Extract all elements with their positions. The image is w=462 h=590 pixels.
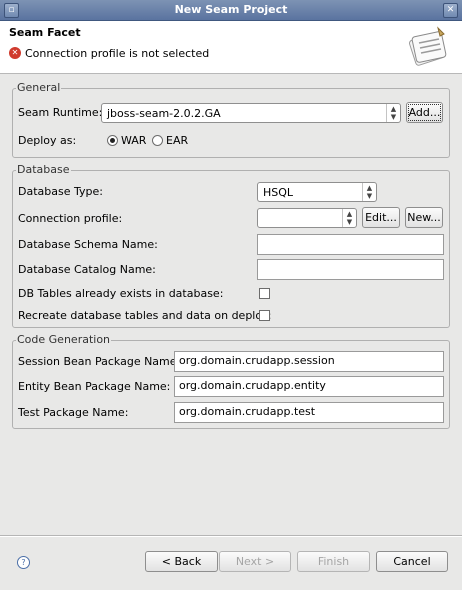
- connection-profile-select[interactable]: ▲ ▼: [257, 208, 357, 228]
- test-package-input[interactable]: org.domain.crudapp.test: [174, 402, 444, 423]
- cancel-button[interactable]: Cancel: [376, 551, 448, 572]
- general-legend: General: [16, 81, 62, 94]
- edit-profile-button[interactable]: Edit...: [362, 207, 400, 228]
- schema-name-input[interactable]: [257, 234, 444, 255]
- footer-separator: [0, 535, 462, 537]
- chevron-updown-icon: ▲ ▼: [386, 104, 400, 122]
- seam-runtime-select[interactable]: jboss-seam-2.0.2.GA ▲ ▼: [101, 103, 401, 123]
- window-title: New Seam Project: [174, 3, 288, 16]
- seam-runtime-value: jboss-seam-2.0.2.GA: [107, 107, 221, 120]
- seam-runtime-label: Seam Runtime:: [18, 106, 103, 119]
- deploy-ear-label: EAR: [166, 134, 189, 147]
- deploy-war-label: WAR: [121, 134, 147, 147]
- entity-package-label: Entity Bean Package Name:: [18, 380, 171, 393]
- tables-exist-checkbox[interactable]: [259, 288, 270, 299]
- error-message: Connection profile is not selected: [25, 47, 210, 60]
- add-runtime-button[interactable]: Add...: [406, 102, 443, 123]
- code-generation-legend: Code Generation: [16, 333, 112, 346]
- connection-profile-label: Connection profile:: [18, 212, 123, 225]
- close-window-button[interactable]: ✕: [443, 3, 458, 18]
- catalog-name-label: Database Catalog Name:: [18, 263, 156, 276]
- wizard-header: Seam Facet ✕ Connection profile is not s…: [0, 21, 462, 74]
- catalog-name-input[interactable]: [257, 259, 444, 280]
- database-type-value: HSQL: [263, 186, 294, 199]
- deploy-ear-radio[interactable]: [152, 135, 163, 146]
- entity-package-input[interactable]: org.domain.crudapp.entity: [174, 376, 444, 397]
- next-button[interactable]: Next >: [219, 551, 291, 572]
- help-icon[interactable]: ?: [17, 556, 30, 569]
- session-package-input[interactable]: org.domain.crudapp.session: [174, 351, 444, 372]
- database-type-select[interactable]: HSQL ▲ ▼: [257, 182, 377, 202]
- seam-wizard-banner-icon: [408, 26, 447, 66]
- deploy-as-label: Deploy as:: [18, 134, 77, 147]
- tables-exist-label: DB Tables already exists in database:: [18, 287, 224, 300]
- recreate-tables-checkbox[interactable]: [259, 310, 270, 321]
- session-package-label: Session Bean Package Name:: [18, 355, 181, 368]
- page-title: Seam Facet: [9, 26, 81, 39]
- database-group: Database Database Type: HSQL ▲ ▼ Connecti…: [12, 163, 450, 328]
- new-profile-button[interactable]: New...: [405, 207, 443, 228]
- window-titlebar: ▫ New Seam Project ✕: [0, 0, 462, 21]
- chevron-updown-icon: ▲ ▼: [342, 209, 356, 227]
- back-button[interactable]: < Back: [145, 551, 218, 572]
- general-group: General Seam Runtime: jboss-seam-2.0.2.G…: [12, 81, 450, 158]
- test-package-label: Test Package Name:: [18, 406, 129, 419]
- code-generation-group: Code Generation Session Bean Package Nam…: [12, 333, 450, 429]
- deploy-war-radio[interactable]: [107, 135, 118, 146]
- recreate-tables-label: Recreate database tables and data on dep…: [18, 309, 272, 322]
- database-legend: Database: [16, 163, 71, 176]
- database-type-label: Database Type:: [18, 185, 103, 198]
- finish-button[interactable]: Finish: [297, 551, 370, 572]
- chevron-updown-icon: ▲ ▼: [362, 183, 376, 201]
- schema-name-label: Database Schema Name:: [18, 238, 158, 251]
- error-icon: ✕: [9, 47, 21, 59]
